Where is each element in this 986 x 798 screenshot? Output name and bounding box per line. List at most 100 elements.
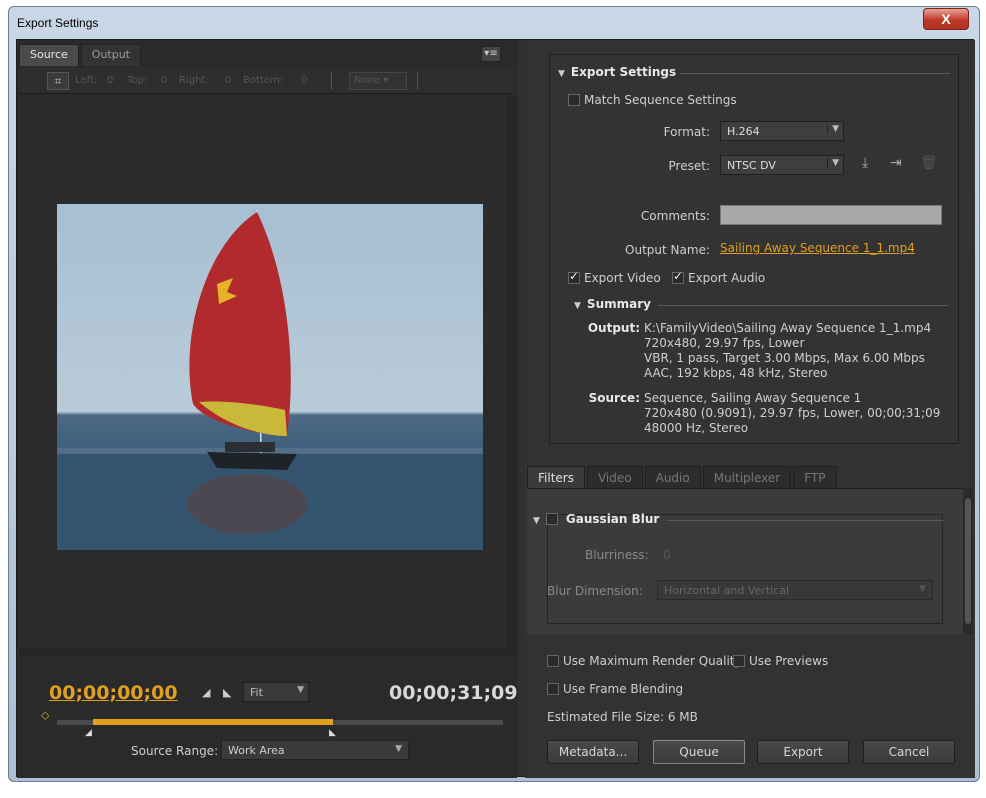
- crop-right-label: Right:: [179, 75, 209, 86]
- match-sequence-checkbox[interactable]: Match Sequence Settings: [568, 93, 737, 107]
- set-out-point-icon[interactable]: ◣: [223, 686, 231, 699]
- filters-scrollbar-thumb[interactable]: [965, 498, 971, 624]
- tab-ftp[interactable]: FTP: [793, 466, 837, 489]
- chevron-down-icon: ▼: [827, 158, 839, 168]
- tab-source[interactable]: Source: [19, 44, 79, 66]
- duration-timecode: 00;00;31;09: [389, 682, 518, 704]
- video-preview-area: [19, 96, 513, 656]
- set-in-point-icon[interactable]: ◢: [202, 686, 210, 699]
- format-select[interactable]: H.264 ▼: [720, 121, 844, 141]
- tab-audio[interactable]: Audio: [644, 466, 701, 489]
- queue-button[interactable]: Queue: [653, 740, 745, 764]
- export-audio-label: Export Audio: [688, 271, 766, 285]
- source-range-select[interactable]: Work Area ▼: [221, 740, 409, 760]
- toolbar-divider: [417, 72, 418, 90]
- preview-panel: Source Output ▾≡ ⌗ Left: 0 Top: 0 Right:…: [17, 40, 518, 778]
- gaussian-blur-group: [547, 514, 943, 624]
- playhead-icon[interactable]: ⬦: [41, 708, 49, 723]
- crop-bottom-label: Bottom:: [243, 75, 284, 86]
- summary-output-line: AAC, 192 kbps, 48 kHz, Stereo: [644, 366, 828, 380]
- work-area-bar[interactable]: [93, 719, 333, 725]
- toolbar-divider: [331, 72, 332, 90]
- zoom-select-value: Fit: [250, 686, 263, 699]
- export-settings-group: ▼ Export Settings Match Sequence Settings…: [549, 54, 959, 444]
- sailboat-image: [57, 209, 483, 550]
- tab-video[interactable]: Video: [586, 466, 643, 489]
- summary-output-line: VBR, 1 pass, Target 3.00 Mbps, Max 6.00 …: [644, 351, 925, 365]
- metadata-button[interactable]: Metadata...: [547, 740, 639, 764]
- source-range-label: Source Range:: [131, 744, 219, 758]
- dialog-body: Source Output ▾≡ ⌗ Left: 0 Top: 0 Right:…: [16, 39, 975, 778]
- tab-filters[interactable]: Filters: [527, 466, 585, 489]
- current-timecode[interactable]: 00;00;00;00: [49, 682, 178, 704]
- export-settings-heading-text: Export Settings: [570, 65, 677, 79]
- summary-output-label: Output:: [587, 321, 640, 335]
- blurriness-value[interactable]: 0: [663, 548, 671, 562]
- comments-field[interactable]: [720, 205, 942, 225]
- delete-preset-icon[interactable]: 🗑: [920, 155, 938, 171]
- summary-source-line: 720x480 (0.9091), 29.97 fps, Lower, 00;0…: [644, 406, 941, 420]
- checkbox-checked-icon: [568, 269, 580, 284]
- export-settings-heading[interactable]: ▼ Export Settings: [558, 65, 676, 79]
- export-audio-checkbox[interactable]: Export Audio: [672, 269, 766, 285]
- collapse-triangle-icon: ▼: [533, 516, 540, 526]
- crop-aspect-value: None: [354, 75, 381, 86]
- match-sequence-label: Match Sequence Settings: [584, 93, 737, 107]
- chevron-down-icon: ▼: [297, 685, 304, 695]
- frame-blending-checkbox[interactable]: Use Frame Blending: [547, 682, 683, 696]
- checkbox-icon: [568, 94, 580, 106]
- preview-horizontal-scrollbar[interactable]: [19, 648, 513, 656]
- max-render-quality-label: Use Maximum Render Quality: [563, 654, 742, 668]
- work-area-end-handle[interactable]: ◣: [329, 728, 336, 738]
- summary-output-line: 720x480, 29.97 fps, Lower: [644, 336, 805, 350]
- preset-value: NTSC DV: [727, 159, 776, 172]
- preset-label: Preset:: [668, 159, 710, 173]
- export-settings-window: Export Settings X Source Output ▾≡ ⌗ Lef…: [8, 6, 980, 782]
- crop-bottom-value[interactable]: 0: [301, 75, 307, 86]
- tab-output[interactable]: Output: [80, 44, 141, 66]
- gaussian-blur-heading[interactable]: ▼ Gaussian Blur: [533, 512, 659, 526]
- blur-dimension-select[interactable]: Horizontal and Vertical ▼: [657, 580, 933, 600]
- divider: [667, 520, 943, 521]
- use-previews-checkbox[interactable]: Use Previews: [733, 654, 828, 668]
- crop-top-label: Top:: [127, 75, 148, 86]
- crop-left-label: Left:: [75, 75, 98, 86]
- work-area-start-handle[interactable]: ◢: [85, 728, 92, 738]
- checkbox-icon: [733, 655, 745, 667]
- cancel-button[interactable]: Cancel: [863, 740, 955, 764]
- crop-toolbar: ⌗ Left: 0 Top: 0 Right: 0 Bottom: 0 None…: [19, 68, 513, 94]
- output-name-link[interactable]: Sailing Away Sequence 1_1.mp4: [720, 241, 915, 255]
- summary-source-line: Sequence, Sailing Away Sequence 1: [644, 391, 862, 405]
- gaussian-blur-checkbox[interactable]: [545, 513, 558, 525]
- estimated-file-size: Estimated File Size: 6 MB: [547, 710, 698, 724]
- summary-heading[interactable]: ▼ Summary: [574, 297, 651, 311]
- crop-right-value[interactable]: 0: [225, 75, 231, 86]
- zoom-select[interactable]: Fit ▼: [243, 682, 309, 702]
- crop-top-value[interactable]: 0: [161, 75, 167, 86]
- settings-panel: ▼ Export Settings Match Sequence Settings…: [525, 40, 975, 778]
- preset-select[interactable]: NTSC DV ▼: [720, 155, 844, 175]
- summary-heading-text: Summary: [586, 297, 651, 311]
- crop-icon[interactable]: ⌗: [47, 72, 69, 90]
- checkbox-checked-icon: [672, 269, 684, 284]
- tab-multiplexer[interactable]: Multiplexer: [702, 466, 792, 489]
- export-video-checkbox[interactable]: Export Video: [568, 269, 661, 285]
- checkbox-icon: [547, 683, 559, 695]
- settings-tabs: Filters Video Audio Multiplexer FTP: [527, 466, 839, 489]
- preview-vertical-scrollbar[interactable]: [507, 96, 517, 656]
- import-preset-icon[interactable]: ⇥: [890, 155, 902, 171]
- use-previews-label: Use Previews: [749, 654, 829, 668]
- format-label: Format:: [663, 125, 710, 139]
- preview-tabs: Source Output: [19, 44, 143, 66]
- close-button[interactable]: X: [923, 8, 969, 30]
- export-button[interactable]: Export: [757, 740, 849, 764]
- collapse-triangle-icon: ▼: [574, 301, 581, 311]
- panel-menu-icon[interactable]: ▾≡: [481, 46, 501, 62]
- crop-left-value[interactable]: 0: [107, 75, 113, 86]
- collapse-triangle-icon: ▼: [558, 69, 565, 79]
- save-preset-icon[interactable]: ⤓: [862, 155, 868, 171]
- chevron-down-icon: ▼: [395, 744, 402, 754]
- output-name-label: Output Name:: [625, 243, 710, 257]
- max-render-quality-checkbox[interactable]: Use Maximum Render Quality: [547, 654, 742, 668]
- crop-aspect-select[interactable]: None ▾: [349, 72, 407, 90]
